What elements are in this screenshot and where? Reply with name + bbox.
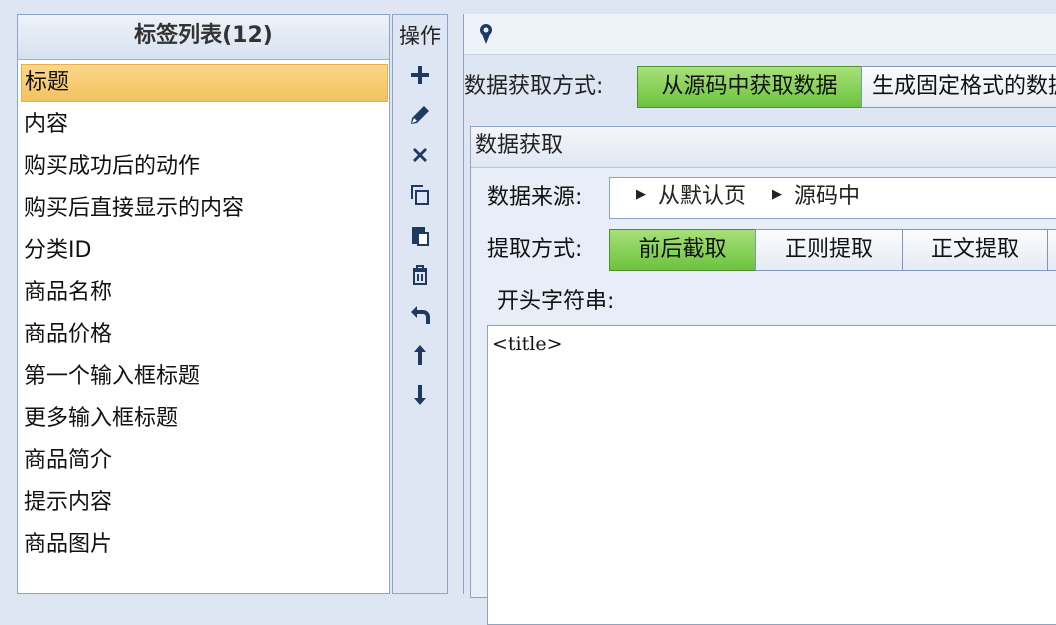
tag-item-product-image[interactable]: 商品图片 (21, 526, 388, 564)
undo-button[interactable] (393, 295, 447, 335)
tag-list-header: 标签列表(12) (18, 15, 389, 60)
data-source-label: 数据来源: (487, 185, 583, 210)
pencil-icon (411, 106, 429, 124)
mode-tab-fixed-format[interactable]: 生成固定格式的数据 (861, 66, 1056, 108)
undo-icon (411, 306, 430, 324)
move-down-button[interactable] (393, 375, 447, 415)
data-fetch-group-title: 数据获取 (471, 127, 1056, 168)
operations-title: 操作 (399, 24, 441, 48)
move-up-button[interactable] (393, 335, 447, 375)
data-fetch-group: 数据获取 数据来源: ▶ 从默认页 ▶ 源码中 提取方式: 前后截取 正则提取 正文提… (470, 126, 1056, 625)
arrow-down-icon (414, 385, 426, 405)
pin-icon[interactable] (478, 23, 494, 45)
tag-item-after-purchase-content[interactable]: 购买后直接显示的内容 (21, 190, 388, 228)
paste-icon (412, 227, 429, 246)
data-source-breadcrumb[interactable]: ▶ 从默认页 ▶ 源码中 (609, 177, 1056, 219)
tag-item-product-price[interactable]: 商品价格 (21, 316, 388, 354)
extract-method-label: 提取方式: (487, 237, 583, 262)
tag-item-content[interactable]: 内容 (21, 106, 388, 144)
top-strip (464, 14, 1056, 55)
method-tab-regex[interactable]: 正则提取 (755, 229, 903, 271)
tag-list-panel: 标签列表(12) 标题 内容 购买成功后的动作 购买后直接显示的内容 分类ID … (17, 14, 390, 594)
tag-item-title[interactable]: 标题 (21, 64, 388, 102)
method-tab-main-text[interactable]: 正文提取 (902, 229, 1048, 271)
caret-right-icon: ▶ (772, 187, 783, 202)
add-button[interactable] (393, 55, 447, 95)
operations-toolbar: 操作 (392, 14, 448, 594)
tag-item-category-id[interactable]: 分类ID (21, 232, 388, 270)
copy-button[interactable] (393, 175, 447, 215)
tag-item-after-purchase-action[interactable]: 购买成功后的动作 (21, 148, 388, 186)
fetch-mode-label: 数据获取方式: (464, 74, 604, 99)
delete-button[interactable] (393, 135, 447, 175)
trash-icon (413, 265, 427, 285)
trash-button[interactable] (393, 255, 447, 295)
tag-item-first-input-title[interactable]: 第一个输入框标题 (21, 358, 388, 396)
edit-button[interactable] (393, 95, 447, 135)
crumb-default-page[interactable]: 从默认页 (658, 184, 746, 209)
mode-tab-from-source[interactable]: 从源码中获取数据 (637, 66, 862, 108)
method-tab-more[interactable] (1047, 229, 1056, 271)
delete-icon (413, 148, 427, 162)
tag-settings-pane: 数据获取方式: 从源码中获取数据 生成固定格式的数据 数据获取 数据来源: ▶ 从… (463, 14, 1056, 625)
tag-list: 标题 内容 购买成功后的动作 购买后直接显示的内容 分类ID 商品名称 商品价格… (18, 60, 389, 564)
tag-item-tip-content[interactable]: 提示内容 (21, 484, 388, 522)
plus-icon (411, 66, 429, 84)
start-string-input[interactable]: <title> (487, 325, 1056, 625)
crumb-source-code[interactable]: 源码中 (794, 184, 860, 209)
copy-icon (411, 185, 429, 205)
tag-item-product-summary[interactable]: 商品简介 (21, 442, 388, 480)
start-string-label: 开头字符串: (497, 289, 615, 314)
method-tab-before-after[interactable]: 前后截取 (609, 229, 756, 271)
tag-item-product-name[interactable]: 商品名称 (21, 274, 388, 312)
paste-button[interactable] (393, 215, 447, 255)
tag-item-more-input-title[interactable]: 更多输入框标题 (21, 400, 388, 438)
caret-right-icon: ▶ (636, 187, 646, 202)
arrow-up-icon (414, 345, 426, 365)
